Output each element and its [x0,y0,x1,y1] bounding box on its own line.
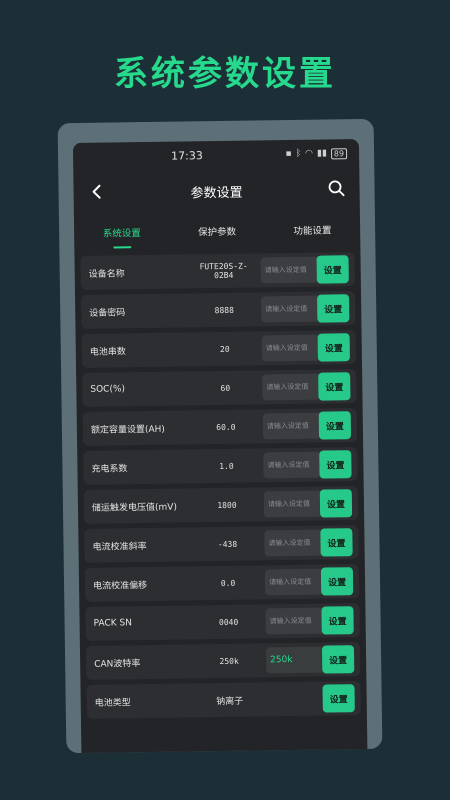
setting-input[interactable]: 请输入设定值 [262,412,320,440]
setting-input[interactable]: 请输入设定值 [262,373,319,401]
tab-function-settings[interactable]: 功能设置 [293,222,331,242]
set-button[interactable]: 设置 [316,255,349,284]
row-value: 60.0 [216,422,236,432]
status-time: 17:33 [170,148,203,163]
set-button[interactable]: 设置 [319,489,353,518]
row-label: 电流校准偏移 [93,580,148,592]
settings-row-rated-capacity: 额定容量设置(AH) 60.0 请输入设定值 设置 [82,408,358,446]
notification-icon: ▪ [285,148,292,160]
row-label: 额定容量设置(AH) [90,424,165,436]
tab-system-settings[interactable]: 系统设置 [103,225,141,245]
setting-input[interactable]: 请输入设定值 [261,334,318,362]
phone-frame: 17:33 ▪ ᛒ ◠ ▮▮ 89 参数设置 系统设置 保护参数 功能设置 设备… [57,118,383,754]
status-bar: 17:33 ▪ ᛒ ◠ ▮▮ 89 [73,139,359,171]
settings-row-charge-coefficient: 充电系数 1.0 请输入设定值 设置 [83,447,358,485]
search-icon [328,180,345,197]
settings-row-current-calib-offset: 电流校准偏移 0.0 请输入设定值 设置 [84,564,360,602]
search-button[interactable] [325,177,347,199]
wifi-icon: ◠ [305,148,314,159]
set-button[interactable]: 设置 [322,684,355,713]
settings-row-device-password: 设备密码 8888 请输入设定值 设置 [81,291,356,329]
set-button[interactable]: 设置 [320,567,354,596]
settings-row-can-baudrate: CAN波特率 250k 250k 设置 [85,642,361,680]
set-button[interactable]: 设置 [318,372,351,401]
battery-icon: 89 [330,147,348,159]
nav-bar: 参数设置 [73,167,360,215]
app-screen: 17:33 ▪ ᛒ ◠ ▮▮ 89 参数设置 系统设置 保护参数 功能设置 设备… [72,139,368,753]
baudrate-select[interactable]: 250k [265,646,323,674]
tab-protection-params[interactable]: 保护参数 [198,223,236,243]
row-value: 60 [220,383,231,393]
page-title: 参数设置 [190,185,243,201]
row-label: 电池串数 [89,346,126,358]
row-value: 250k [219,656,239,666]
settings-row-soc: SOC(%) 60 请输入设定值 设置 [82,369,357,407]
row-label: 电池类型 [94,697,131,709]
settings-row-storage-trigger-voltage: 储运触发电压值(mV) 1800 请输入设定值 设置 [83,486,359,524]
set-button[interactable]: 设置 [319,450,352,479]
row-value: 1800 [217,500,237,510]
set-button[interactable]: 设置 [321,645,355,674]
setting-input[interactable]: 请输入设定值 [263,490,321,518]
signal-icon: ▮▮ [316,148,327,159]
chevron-left-icon [92,184,101,199]
row-value: FUTE20S-Z-02B4 [199,261,248,281]
back-button[interactable] [85,181,107,203]
setting-input[interactable]: 请输入设定值 [260,256,317,284]
setting-input[interactable]: 请输入设定值 [264,529,321,557]
row-label: 设备名称 [88,268,125,280]
bluetooth-icon: ᛒ [295,148,302,159]
set-button[interactable]: 设置 [320,528,353,557]
setting-input[interactable]: 请输入设定值 [264,568,322,596]
settings-row-pack-sn: PACK SN 0040 请输入设定值 设置 [85,603,360,641]
row-value: 0040 [218,617,239,627]
row-value: 8888 [214,305,234,315]
set-button[interactable]: 设置 [318,411,352,440]
row-value: 0.0 [220,578,236,588]
settings-row-current-calib-slope: 电流校准斜率 -438 请输入设定值 设置 [84,525,359,563]
setting-input[interactable]: 请输入设定值 [263,451,320,479]
row-value: -438 [217,539,238,549]
row-label: PACK SN [93,618,133,629]
row-label: 储运触发电压值(mV) [91,502,178,514]
row-label: SOC(%) [90,384,126,395]
tab-bar: 系统设置 保护参数 功能设置 [74,215,360,251]
row-label: 设备密码 [89,307,126,319]
hero-title: 系统参数设置 [114,54,336,94]
status-icons: ▪ ᛒ ◠ ▮▮ 89 [285,147,348,160]
set-button[interactable]: 设置 [321,606,354,635]
row-label: 充电系数 [91,463,128,475]
setting-input[interactable]: 请输入设定值 [265,607,322,635]
set-button[interactable]: 设置 [317,333,350,362]
settings-row-battery-type: 电池类型 钠离子 设置 [86,681,361,719]
setting-input[interactable]: 请输入设定值 [261,295,318,323]
row-value: 20 [219,344,230,354]
row-label: CAN波特率 [94,658,141,670]
settings-row-device-name: 设备名称 FUTE20S-Z-02B4 请输入设定值 设置 [80,252,355,290]
row-value: 钠离子 [216,696,244,707]
row-value: 1.0 [219,461,234,471]
row-label: 电流校准斜率 [92,541,147,553]
set-button[interactable]: 设置 [317,294,350,323]
settings-row-cell-count: 电池串数 20 请输入设定值 设置 [81,330,357,368]
settings-list: 设备名称 FUTE20S-Z-02B4 请输入设定值 设置 设备密码 8888 … [74,252,366,719]
